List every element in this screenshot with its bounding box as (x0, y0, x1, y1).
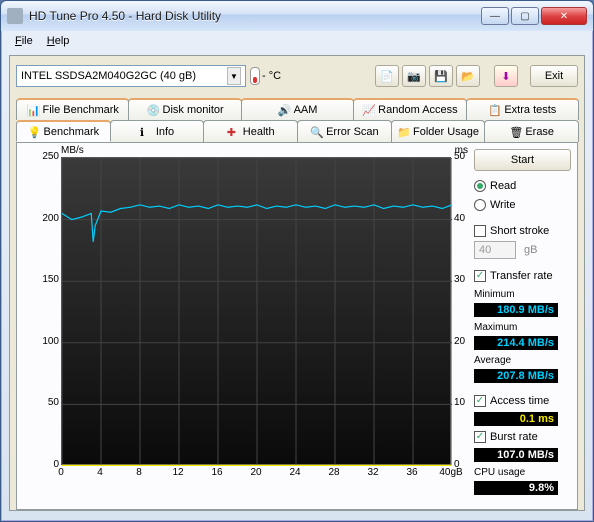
open-icon[interactable]: 📂 (456, 65, 480, 87)
burst-rate-checkbox[interactable]: ✓Burst rate (474, 429, 571, 445)
benchmark-icon: 💡 (28, 126, 40, 138)
tab-folder-usage[interactable]: 📁Folder Usage (391, 120, 486, 142)
tab-health[interactable]: ✚Health (203, 120, 298, 142)
screenshot-icon[interactable]: 📷 (402, 65, 426, 87)
minimum-value: 180.9 MB/s (474, 303, 558, 317)
minimize-button[interactable]: — (481, 7, 509, 25)
access-time-checkbox[interactable]: ✓Access time (474, 393, 571, 409)
window-title: HD Tune Pro 4.50 - Hard Disk Utility (29, 9, 481, 23)
app-icon (7, 8, 23, 24)
menubar: File Help (1, 31, 593, 51)
maximize-button[interactable]: ▢ (511, 7, 539, 25)
maximum-label: Maximum (474, 322, 571, 333)
minimum-label: Minimum (474, 289, 571, 300)
trash-icon: 🗑 (509, 126, 521, 138)
tab-info[interactable]: ℹInfo (110, 120, 205, 142)
access-time-value: 0.1 ms (474, 412, 558, 426)
tab-disk-monitor[interactable]: 💿Disk monitor (128, 98, 241, 120)
short-stroke-value: 40 (474, 241, 516, 259)
start-button[interactable]: Start (474, 149, 571, 171)
disk-monitor-icon: 💿 (147, 104, 159, 116)
random-access-icon: 📈 (362, 104, 374, 116)
extra-tests-icon: 📋 (488, 104, 500, 116)
burst-rate-value: 107.0 MB/s (474, 448, 558, 462)
folder-icon: 📁 (397, 126, 409, 138)
average-value: 207.8 MB/s (474, 369, 558, 383)
short-stroke-checkbox[interactable]: Short stroke (474, 223, 571, 239)
drive-select-value: INTEL SSDSA2M040G2GC (40 gB) (21, 70, 196, 82)
chevron-down-icon[interactable]: ▼ (227, 67, 241, 85)
info-icon: ℹ (140, 126, 152, 138)
save-icon[interactable]: 💾 (429, 65, 453, 87)
exit-button[interactable]: Exit (530, 65, 578, 87)
thermometer-icon (250, 67, 260, 85)
cpu-usage-label: CPU usage (474, 467, 571, 478)
tab-extra-tests[interactable]: 📋Extra tests (466, 98, 579, 120)
speaker-icon: 🔊 (278, 104, 290, 116)
titlebar: HD Tune Pro 4.50 - Hard Disk Utility — ▢… (1, 1, 593, 31)
tab-erase[interactable]: 🗑Erase (484, 120, 579, 142)
benchmark-chart: MB/s ms 050100150200250 01020304050 0481… (23, 149, 468, 503)
menu-help[interactable]: Help (41, 33, 76, 49)
health-icon: ✚ (227, 126, 239, 138)
close-button[interactable]: ✕ (541, 7, 587, 25)
read-radio[interactable]: Read (474, 178, 571, 194)
tab-benchmark[interactable]: 💡Benchmark (16, 120, 111, 142)
tab-error-scan[interactable]: 🔍Error Scan (297, 120, 392, 142)
tab-random-access[interactable]: 📈Random Access (353, 98, 466, 120)
menu-file[interactable]: File (9, 33, 39, 49)
copy-icon[interactable]: 📄 (375, 65, 399, 87)
tab-aam[interactable]: 🔊AAM (241, 98, 354, 120)
temperature-display: - °C (250, 67, 281, 85)
maximum-value: 214.4 MB/s (474, 336, 558, 350)
drive-select[interactable]: INTEL SSDSA2M040G2GC (40 gB) ▼ (16, 65, 246, 87)
search-icon: 🔍 (310, 126, 322, 138)
download-icon[interactable]: ⬇ (494, 65, 518, 87)
tab-file-benchmark[interactable]: 📊File Benchmark (16, 98, 129, 120)
cpu-usage-value: 9.8% (474, 481, 558, 495)
transfer-rate-checkbox[interactable]: ✓Transfer rate (474, 268, 571, 284)
average-label: Average (474, 355, 571, 366)
file-benchmark-icon: 📊 (26, 104, 38, 116)
write-radio[interactable]: Write (474, 197, 571, 213)
